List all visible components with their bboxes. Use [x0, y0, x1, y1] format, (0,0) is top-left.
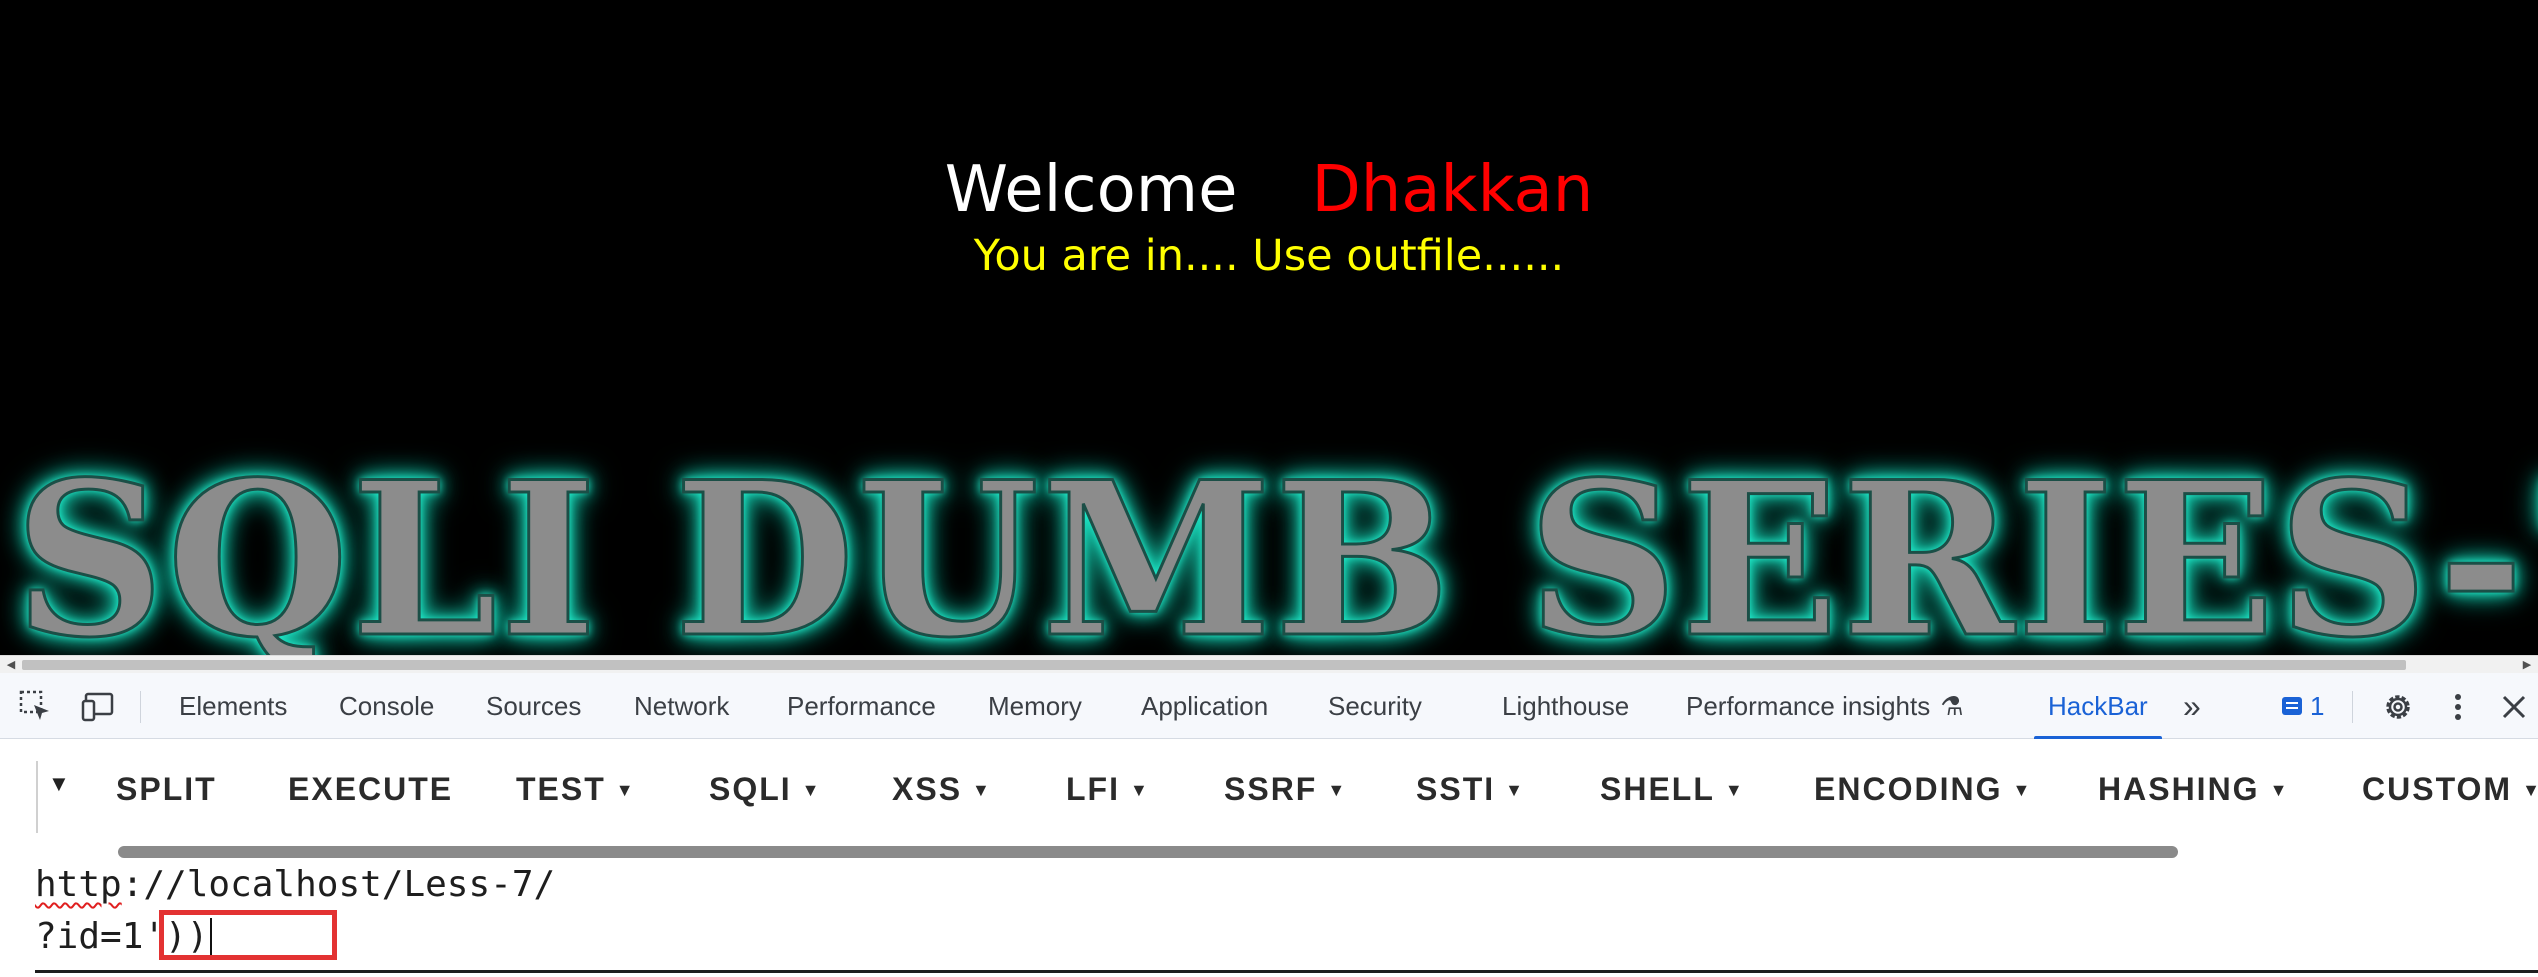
- dropdown-caret-icon: ▼: [2012, 780, 2033, 800]
- dropdown-caret-icon: ▼: [1505, 780, 1525, 800]
- test-menu-button[interactable]: TEST ▼: [516, 769, 636, 809]
- dropdown-caret-icon: ▼: [801, 780, 822, 800]
- sqli-banner-logo: SQLI DUMB SERIES-7: [13, 435, 2538, 655]
- lfi-menu-label: LFI: [1066, 771, 1120, 807]
- hashing-menu-button[interactable]: HASHING ▼: [2098, 769, 2289, 809]
- tab-memory[interactable]: Memory: [988, 673, 1082, 739]
- toolbar-left-border: [36, 761, 38, 833]
- more-tabs-chevron-icon[interactable]: »: [2183, 673, 2201, 739]
- tab-performance-insights[interactable]: Performance insights ⚗: [1686, 673, 1964, 739]
- sqli-menu-label: SQLI: [709, 771, 792, 807]
- url-line-1: http://localhost/Less-7/: [35, 860, 555, 910]
- payload-highlight-box: [159, 910, 337, 960]
- more-options-kebab-icon[interactable]: [2440, 689, 2476, 725]
- dropdown-caret-icon: ▼: [1129, 780, 1150, 800]
- sqli-menu-button[interactable]: SQLI ▼: [709, 769, 822, 809]
- device-toolbar-icon[interactable]: [80, 689, 116, 725]
- url-textarea[interactable]: http://localhost/Less-7/ ?id=1')): [0, 860, 2538, 977]
- url-scheme: http: [35, 864, 122, 905]
- close-devtools-icon[interactable]: [2496, 689, 2532, 725]
- custom-menu-label: CUSTOM: [2362, 771, 2513, 807]
- welcome-word: Welcome: [944, 153, 1238, 227]
- tab-sources[interactable]: Sources: [486, 673, 581, 739]
- devtools-tab-bar: Elements Console Sources Network Perform…: [0, 673, 2538, 739]
- browser-window: Welcome Dhakkan You are in.... Use outfil…: [0, 0, 2538, 977]
- experiment-flask-icon: ⚗: [1940, 691, 1964, 721]
- web-page-viewport: Welcome Dhakkan You are in.... Use outfil…: [0, 0, 2538, 655]
- tab-security[interactable]: Security: [1328, 673, 1422, 739]
- dropdown-caret-icon: ▼: [1327, 780, 1348, 800]
- shell-menu-label: SHELL: [1600, 771, 1715, 807]
- page-horizontal-scrollbar[interactable]: ◀ ▶: [0, 655, 2538, 673]
- xss-menu-button[interactable]: XSS ▼: [892, 769, 992, 809]
- ssrf-menu-label: SSRF: [1224, 771, 1318, 807]
- load-url-dropdown-icon[interactable]: ▼: [48, 771, 70, 797]
- issues-message-icon: [2282, 697, 2302, 716]
- dropdown-caret-icon: ▼: [2522, 780, 2538, 800]
- issues-count: 1: [2310, 691, 2325, 721]
- welcome-username: Dhakkan: [1311, 153, 1594, 227]
- dropdown-caret-icon: ▼: [2269, 780, 2290, 800]
- tab-application[interactable]: Application: [1141, 673, 1268, 739]
- ssrf-menu-button[interactable]: SSRF ▼: [1224, 769, 1347, 809]
- tab-hackbar[interactable]: HackBar: [2034, 673, 2162, 739]
- toolbar-divider: [140, 691, 141, 723]
- issues-badge[interactable]: 1: [2282, 673, 2324, 739]
- split-button[interactable]: SPLIT: [116, 769, 217, 809]
- tab-lighthouse[interactable]: Lighthouse: [1502, 673, 1629, 739]
- custom-menu-button[interactable]: CUSTOM ▼: [2362, 769, 2538, 809]
- execute-button[interactable]: EXECUTE: [288, 769, 453, 809]
- scroll-left-arrow-icon[interactable]: ◀: [2, 658, 20, 672]
- tab-performance[interactable]: Performance: [787, 673, 936, 739]
- dropdown-caret-icon: ▼: [615, 780, 636, 800]
- url-query-prefix: ?id=1: [35, 916, 144, 957]
- xss-menu-label: XSS: [892, 771, 963, 807]
- toolbar-scrollbar[interactable]: [118, 846, 2178, 858]
- tab-network[interactable]: Network: [634, 673, 729, 739]
- inspect-element-icon[interactable]: [18, 689, 54, 725]
- textarea-bottom-border: [35, 970, 2538, 973]
- shell-menu-button[interactable]: SHELL ▼: [1600, 769, 1745, 809]
- encoding-menu-label: ENCODING: [1814, 771, 2003, 807]
- test-menu-label: TEST: [516, 771, 606, 807]
- url-host-path: ://localhost/Less-7/: [121, 864, 556, 905]
- toolbar-divider: [2352, 691, 2353, 723]
- hackbar-toolbar: ▼ SPLIT EXECUTE TEST ▼ SQLI ▼ XSS ▼ LFI ▼ SS…: [0, 739, 2538, 858]
- status-message: You are in.... Use outfile......: [973, 231, 1565, 281]
- ssti-menu-button[interactable]: SSTI ▼: [1416, 769, 1525, 809]
- welcome-heading: Welcome Dhakkan: [0, 150, 2538, 230]
- lfi-menu-button[interactable]: LFI ▼: [1066, 769, 1150, 809]
- dropdown-caret-icon: ▼: [1724, 780, 1745, 800]
- scroll-right-arrow-icon[interactable]: ▶: [2518, 658, 2536, 672]
- settings-gear-icon[interactable]: [2380, 689, 2416, 725]
- scrollbar-thumb[interactable]: [22, 660, 2406, 670]
- encoding-menu-button[interactable]: ENCODING ▼: [1814, 769, 2032, 809]
- ssti-menu-label: SSTI: [1416, 771, 1496, 807]
- tab-performance-insights-label: Performance insights: [1686, 691, 1931, 721]
- dropdown-caret-icon: ▼: [972, 780, 992, 800]
- tab-console[interactable]: Console: [339, 673, 434, 739]
- tab-elements[interactable]: Elements: [179, 673, 287, 739]
- hashing-menu-label: HASHING: [2098, 771, 2260, 807]
